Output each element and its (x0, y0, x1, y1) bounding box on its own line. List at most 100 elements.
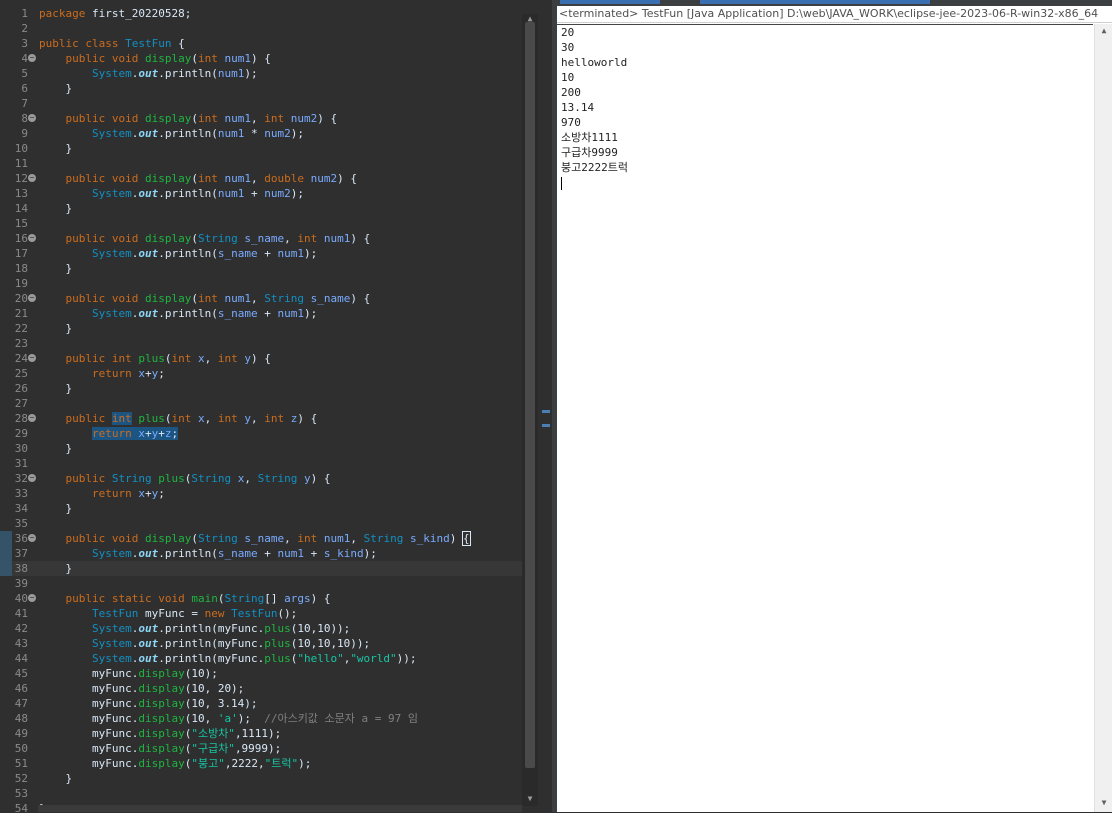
code-line[interactable]: 29 return x+y+z; (0, 426, 522, 441)
code-line[interactable]: 49 myFunc.display("소방차",1111); (0, 726, 522, 741)
code-editor[interactable]: 1 package first_20220528; 2 3 public class T… (0, 0, 540, 812)
code-line[interactable]: 4− public void display(int num1) { (0, 51, 522, 66)
code-line[interactable]: 35 (0, 516, 522, 531)
line-number: 3 (21, 37, 28, 50)
code-text: } (39, 772, 73, 785)
code-area[interactable]: 1 package first_20220528; 2 3 public class T… (0, 6, 522, 812)
line-number: 5 (21, 67, 28, 80)
code-line[interactable]: 44 System.out.println(myFunc.plus("hello… (0, 651, 522, 666)
code-line[interactable]: 34 } (0, 501, 522, 516)
code-line[interactable]: 3 public class TestFun { (0, 36, 522, 51)
code-line[interactable]: 21 System.out.println(s_name + num1); (0, 306, 522, 321)
code-line[interactable]: 6 } (0, 81, 522, 96)
editor-horizontal-scrollbar[interactable] (38, 805, 522, 812)
code-line[interactable]: 28− public int plus(int x, int y, int z)… (0, 411, 522, 426)
code-line[interactable]: 40− public static void main(String[] arg… (0, 591, 522, 606)
scroll-down-arrow-icon[interactable]: ▼ (525, 794, 535, 804)
code-line[interactable]: 42 System.out.println(myFunc.plus(10,10)… (0, 621, 522, 636)
code-line[interactable]: 47 myFunc.display(10, 3.14); (0, 696, 522, 711)
collapse-fold-icon[interactable]: − (28, 474, 36, 482)
line-number: 9 (21, 127, 28, 140)
editor-vertical-scrollbar[interactable]: ▲ ▼ (522, 14, 538, 806)
console-output[interactable]: 20 30 helloworld 10 200 13.14 970 소방차1111 구급차999… (557, 24, 1093, 813)
code-line[interactable]: 11 (0, 156, 522, 171)
code-line[interactable]: 19 (0, 276, 522, 291)
line-number: 13 (14, 187, 28, 200)
collapse-fold-icon[interactable]: − (28, 234, 36, 242)
code-line[interactable]: 53 (0, 786, 522, 801)
code-line[interactable]: 10 } (0, 141, 522, 156)
console-output-line: 소방차1111 (561, 131, 618, 144)
line-number: 49 (14, 727, 28, 740)
code-line[interactable]: 23 (0, 336, 522, 351)
code-line[interactable]: 17 System.out.println(s_name + num1); (0, 246, 522, 261)
code-line[interactable]: 22 } (0, 321, 522, 336)
code-line[interactable]: 1 package first_20220528; (0, 6, 522, 21)
code-line[interactable]: 24− public int plus(int x, int y) { (0, 351, 522, 366)
line-number: 15 (14, 217, 28, 230)
collapse-fold-icon[interactable]: − (28, 54, 36, 62)
line-number: 19 (14, 277, 28, 290)
code-line[interactable]: 5 System.out.println(num1); (0, 66, 522, 81)
collapse-fold-icon[interactable]: − (28, 174, 36, 182)
console-tab[interactable] (560, 0, 660, 4)
line-number: 37 (14, 547, 28, 560)
code-line[interactable]: 26 } (0, 381, 522, 396)
code-line[interactable]: 41 TestFun myFunc = new TestFun(); (0, 606, 522, 621)
code-line[interactable]: 48 myFunc.display(10, 'a'); //아스키값 소문자 a… (0, 711, 522, 726)
occurrence-marker[interactable] (542, 410, 550, 413)
code-line[interactable]: 33 return x+y; (0, 486, 522, 501)
code-line[interactable]: 31 (0, 456, 522, 471)
code-line[interactable]: 25 return x+y; (0, 366, 522, 381)
collapse-fold-icon[interactable]: − (28, 294, 36, 302)
console-input-line[interactable] (557, 175, 1093, 190)
collapse-fold-icon[interactable]: − (28, 414, 36, 422)
code-line[interactable]: 45 myFunc.display(10); (0, 666, 522, 681)
code-line[interactable]: 37 System.out.println(s_name + num1 + s_… (0, 546, 522, 561)
collapse-fold-icon[interactable]: − (28, 534, 36, 542)
console-output-line: 970 (561, 116, 581, 129)
code-line[interactable]: 12− public void display(int num1, double… (0, 171, 522, 186)
console-tab-secondary[interactable] (700, 0, 930, 4)
overview-ruler[interactable] (540, 0, 552, 812)
code-line[interactable]: 36− public void display(String s_name, i… (0, 531, 522, 546)
line-number: 20 (14, 292, 28, 305)
code-line[interactable]: 51 myFunc.display("붕고",2222,"트럭"); (0, 756, 522, 771)
code-line[interactable]: 18 } (0, 261, 522, 276)
code-line[interactable]: 39 (0, 576, 522, 591)
code-line[interactable]: 43 System.out.println(myFunc.plus(10,10,… (0, 636, 522, 651)
code-line[interactable]: 16− public void display(String s_name, i… (0, 231, 522, 246)
code-line[interactable]: 32− public String plus(String x, String … (0, 471, 522, 486)
code-line[interactable]: 46 myFunc.display(10, 20); (0, 681, 522, 696)
code-line[interactable]: 7 (0, 96, 522, 111)
code-line[interactable]: 13 System.out.println(num1 + num2); (0, 186, 522, 201)
code-line[interactable]: 50 myFunc.display("구급차",9999); (0, 741, 522, 756)
code-line[interactable]: 30 } (0, 441, 522, 456)
code-line[interactable]: 8− public void display(int num1, int num… (0, 111, 522, 126)
console-vertical-scrollbar[interactable]: ▲ ▼ (1094, 24, 1112, 812)
code-line[interactable]: 38 } (0, 561, 522, 576)
code-text: myFunc.display(10, 3.14); (39, 697, 258, 710)
code-text: myFunc.display("구급차",9999); (39, 742, 282, 755)
code-line[interactable]: 2 (0, 21, 522, 36)
line-number: 46 (14, 682, 28, 695)
scroll-up-arrow-icon[interactable]: ▲ (1099, 26, 1109, 36)
code-line[interactable]: 20− public void display(int num1, String… (0, 291, 522, 306)
collapse-fold-icon[interactable]: − (28, 114, 36, 122)
line-number: 11 (14, 157, 28, 170)
code-text: } (39, 262, 73, 275)
code-line[interactable]: 27 (0, 396, 522, 411)
line-number: 53 (14, 787, 28, 800)
collapse-fold-icon[interactable]: − (28, 354, 36, 362)
code-text: } (39, 442, 73, 455)
code-text: System.out.println(myFunc.plus(10,10,10)… (91, 637, 371, 650)
code-line[interactable]: 9 System.out.println(num1 * num2); (0, 126, 522, 141)
collapse-fold-icon[interactable]: − (28, 594, 36, 602)
code-line[interactable]: 52 } (0, 771, 522, 786)
code-line[interactable]: 14 } (0, 201, 522, 216)
scroll-down-arrow-icon[interactable]: ▼ (1099, 798, 1109, 808)
editor-scroll-thumb[interactable] (525, 22, 535, 768)
code-line[interactable]: 15 (0, 216, 522, 231)
occurrence-marker[interactable] (542, 424, 550, 427)
line-number: 51 (14, 757, 28, 770)
